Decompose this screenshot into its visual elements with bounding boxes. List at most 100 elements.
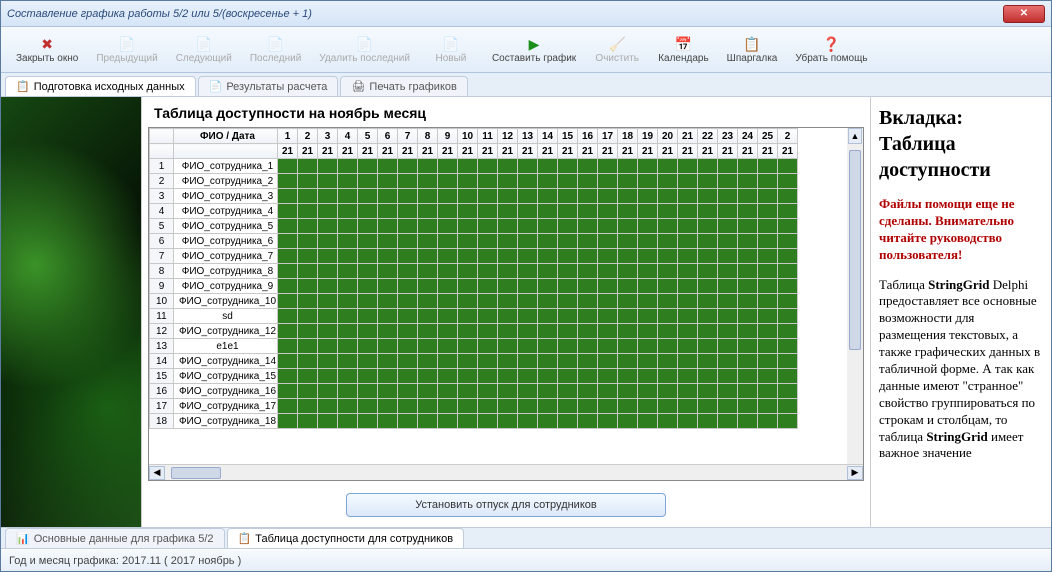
availability-cell[interactable] — [338, 414, 358, 429]
availability-cell[interactable] — [498, 294, 518, 309]
availability-cell[interactable] — [278, 234, 298, 249]
availability-cell[interactable] — [478, 234, 498, 249]
availability-cell[interactable] — [678, 414, 698, 429]
availability-cell[interactable] — [738, 369, 758, 384]
availability-cell[interactable] — [658, 384, 678, 399]
scroll-thumb-vertical[interactable] — [849, 150, 861, 350]
availability-cell[interactable] — [378, 414, 398, 429]
availability-cell[interactable] — [438, 309, 458, 324]
availability-cell[interactable] — [398, 369, 418, 384]
availability-cell[interactable] — [318, 264, 338, 279]
table-row[interactable]: 10ФИО_сотрудника_10 — [150, 294, 798, 309]
availability-cell[interactable] — [278, 294, 298, 309]
availability-cell[interactable] — [418, 324, 438, 339]
availability-cell[interactable] — [558, 234, 578, 249]
availability-cell[interactable] — [678, 189, 698, 204]
availability-cell[interactable] — [458, 264, 478, 279]
availability-cell[interactable] — [418, 399, 438, 414]
availability-cell[interactable] — [538, 354, 558, 369]
availability-cell[interactable] — [598, 354, 618, 369]
availability-cell[interactable] — [678, 339, 698, 354]
availability-cell[interactable] — [718, 279, 738, 294]
availability-cell[interactable] — [338, 189, 358, 204]
availability-cell[interactable] — [478, 309, 498, 324]
availability-cell[interactable] — [458, 219, 478, 234]
row-employee-name[interactable]: ФИО_сотрудника_9 — [174, 279, 278, 294]
availability-cell[interactable] — [518, 354, 538, 369]
availability-cell[interactable] — [698, 234, 718, 249]
availability-cell[interactable] — [578, 399, 598, 414]
availability-cell[interactable] — [418, 369, 438, 384]
availability-cell[interactable] — [538, 279, 558, 294]
availability-cell[interactable] — [638, 279, 658, 294]
availability-cell[interactable] — [598, 309, 618, 324]
availability-cell[interactable] — [558, 264, 578, 279]
availability-cell[interactable] — [478, 264, 498, 279]
availability-cell[interactable] — [658, 294, 678, 309]
availability-cell[interactable] — [578, 264, 598, 279]
availability-cell[interactable] — [478, 249, 498, 264]
availability-cell[interactable] — [658, 309, 678, 324]
availability-cell[interactable] — [418, 264, 438, 279]
availability-cell[interactable] — [698, 294, 718, 309]
availability-cell[interactable] — [358, 399, 378, 414]
availability-cell[interactable] — [478, 399, 498, 414]
availability-cell[interactable] — [678, 294, 698, 309]
availability-cell[interactable] — [738, 249, 758, 264]
btab-main[interactable]: 📊Основные данные для графика 5/2 — [5, 528, 225, 548]
availability-cell[interactable] — [718, 189, 738, 204]
availability-cell[interactable] — [758, 324, 778, 339]
availability-cell[interactable] — [418, 384, 438, 399]
availability-cell[interactable] — [338, 264, 358, 279]
availability-cell[interactable] — [518, 369, 538, 384]
availability-cell[interactable] — [718, 294, 738, 309]
availability-cell[interactable] — [458, 279, 478, 294]
availability-cell[interactable] — [498, 204, 518, 219]
availability-cell[interactable] — [338, 234, 358, 249]
availability-cell[interactable] — [438, 204, 458, 219]
availability-cell[interactable] — [278, 189, 298, 204]
availability-cell[interactable] — [398, 264, 418, 279]
availability-cell[interactable] — [658, 399, 678, 414]
availability-cell[interactable] — [398, 414, 418, 429]
availability-cell[interactable] — [458, 249, 478, 264]
row-employee-name[interactable]: ФИО_сотрудника_1 — [174, 159, 278, 174]
table-row[interactable]: 8ФИО_сотрудника_8 — [150, 264, 798, 279]
availability-cell[interactable] — [378, 384, 398, 399]
availability-cell[interactable] — [318, 384, 338, 399]
availability-cell[interactable] — [578, 204, 598, 219]
availability-cell[interactable] — [458, 414, 478, 429]
availability-cell[interactable] — [598, 234, 618, 249]
availability-cell[interactable] — [338, 294, 358, 309]
availability-cell[interactable] — [398, 324, 418, 339]
availability-cell[interactable] — [698, 399, 718, 414]
availability-cell[interactable] — [298, 369, 318, 384]
availability-cell[interactable] — [358, 384, 378, 399]
availability-cell[interactable] — [658, 234, 678, 249]
availability-cell[interactable] — [778, 324, 798, 339]
availability-cell[interactable] — [418, 204, 438, 219]
availability-cell[interactable] — [618, 384, 638, 399]
availability-cell[interactable] — [638, 159, 658, 174]
availability-cell[interactable] — [358, 174, 378, 189]
availability-cell[interactable] — [738, 399, 758, 414]
availability-cell[interactable] — [498, 174, 518, 189]
table-row[interactable]: 13e1e1 — [150, 339, 798, 354]
availability-cell[interactable] — [438, 339, 458, 354]
availability-cell[interactable] — [578, 354, 598, 369]
availability-cell[interactable] — [758, 414, 778, 429]
availability-cell[interactable] — [278, 204, 298, 219]
availability-cell[interactable] — [698, 324, 718, 339]
availability-cell[interactable] — [738, 414, 758, 429]
availability-cell[interactable] — [318, 219, 338, 234]
availability-cell[interactable] — [518, 174, 538, 189]
availability-cell[interactable] — [438, 279, 458, 294]
availability-cell[interactable] — [338, 339, 358, 354]
availability-cell[interactable] — [618, 234, 638, 249]
availability-cell[interactable] — [518, 339, 538, 354]
availability-cell[interactable] — [678, 384, 698, 399]
availability-cell[interactable] — [418, 309, 438, 324]
availability-cell[interactable] — [358, 264, 378, 279]
availability-cell[interactable] — [478, 414, 498, 429]
availability-cell[interactable] — [518, 309, 538, 324]
